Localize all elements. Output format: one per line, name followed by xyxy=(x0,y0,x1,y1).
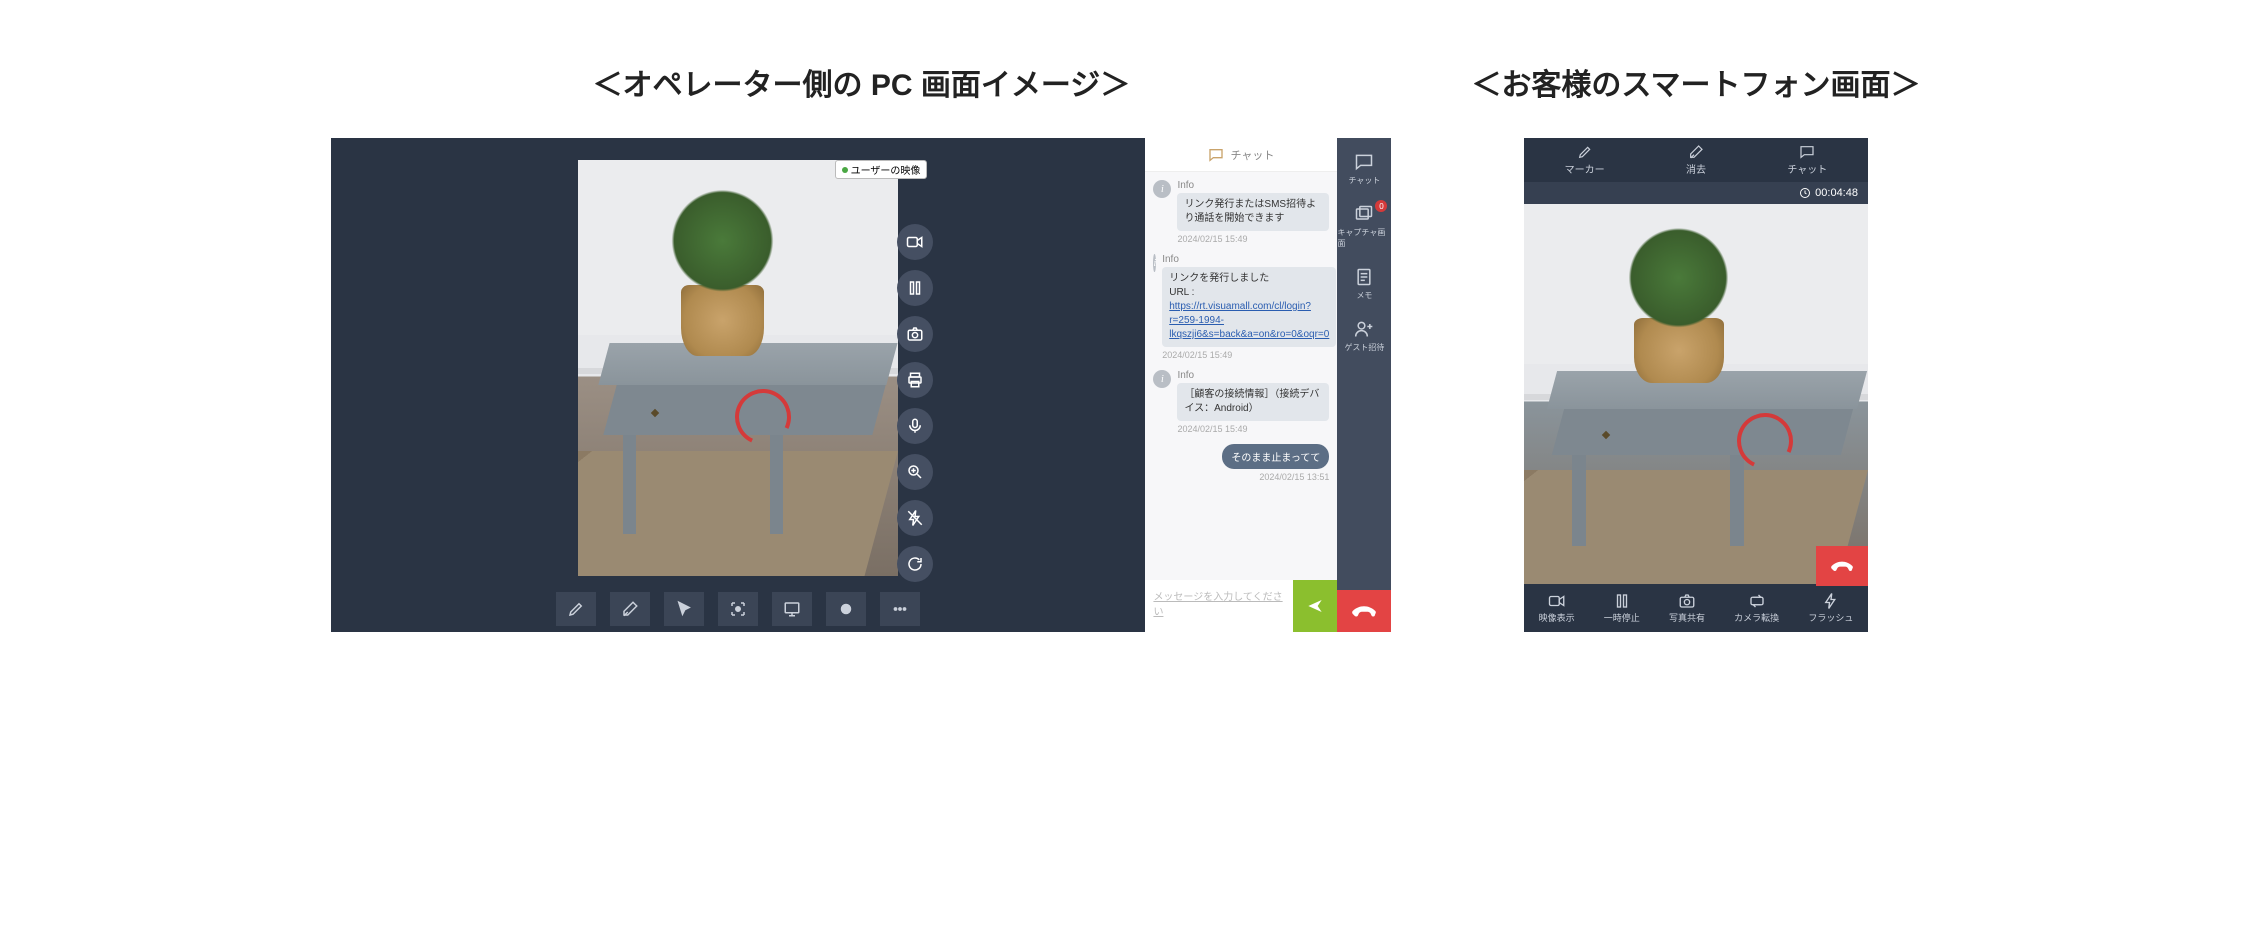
chat-message: i Info ［顧客の接続情報］（接続デバイス：Android） 2024/02… xyxy=(1153,370,1329,434)
chat-header: チャット xyxy=(1145,138,1337,172)
phone-hangup-button[interactable] xyxy=(1816,546,1868,586)
floating-toolbar xyxy=(897,224,933,582)
operator-heading: ＜オペレーター側の PC 画面イメージ＞ xyxy=(593,60,1131,104)
sidebar-invite[interactable]: ゲスト招待 xyxy=(1344,319,1384,353)
cursor-tool[interactable] xyxy=(664,592,704,626)
remote-video xyxy=(578,160,898,576)
bottom-toolbar xyxy=(331,586,1145,632)
right-sidebar: チャット 0 キャプチャ画面 メモ ゲスト招待 xyxy=(1337,138,1391,632)
focus-tool[interactable] xyxy=(718,592,758,626)
hangup-button[interactable] xyxy=(1337,590,1391,632)
chat-message: i Info リンクを発行しました URL : https://rt.visua… xyxy=(1153,254,1329,360)
customer-heading: ＜お客様のスマートフォン画面＞ xyxy=(1471,60,1920,104)
video-toggle-button[interactable] xyxy=(897,224,933,260)
customer-phone: マーカー 消去 チャット 00:04:48 映像表示 xyxy=(1524,138,1868,632)
pause-button[interactable] xyxy=(897,270,933,306)
my-chat-bubble: そのまま止まってて xyxy=(1222,444,1329,469)
operator-app: ユーザーの映像 xyxy=(331,138,1391,632)
refresh-button[interactable] xyxy=(897,546,933,582)
chat-body: i Info リンク発行またはSMS招待より通話を開始できます 2024/02/… xyxy=(1145,172,1337,580)
sidebar-captures[interactable]: 0 キャプチャ画面 xyxy=(1337,204,1391,249)
phone-video-toggle[interactable]: 映像表示 xyxy=(1539,592,1575,624)
phone-erase-button[interactable]: 消去 xyxy=(1686,144,1706,176)
send-button[interactable] xyxy=(1293,580,1337,632)
capture-button[interactable] xyxy=(897,316,933,352)
pencil-tool[interactable] xyxy=(556,592,596,626)
issued-link[interactable]: https://rt.visuamall.com/cl/login?r=259-… xyxy=(1169,301,1329,340)
capture-count-badge: 0 xyxy=(1375,200,1387,212)
phone-chat-button[interactable]: チャット xyxy=(1787,144,1827,176)
eraser-tool[interactable] xyxy=(610,592,650,626)
phone-marker-button[interactable]: マーカー xyxy=(1565,144,1605,176)
phone-photo-share[interactable]: 写真共有 xyxy=(1669,592,1705,624)
video-source-badge: ユーザーの映像 xyxy=(835,160,928,179)
sidebar-notes[interactable]: メモ xyxy=(1354,267,1374,301)
phone-flash[interactable]: フラッシュ xyxy=(1808,592,1853,624)
chat-title: チャット xyxy=(1230,147,1274,163)
more-tool[interactable] xyxy=(880,592,920,626)
chat-input[interactable] xyxy=(1145,580,1293,632)
chat-link-bubble: リンクを発行しました URL : https://rt.visuamall.co… xyxy=(1162,267,1336,347)
sidebar-chat[interactable]: チャット xyxy=(1348,152,1380,186)
phone-top-toolbar: マーカー 消去 チャット xyxy=(1524,138,1868,182)
phone-pause[interactable]: 一時停止 xyxy=(1604,592,1640,624)
shape-tool[interactable] xyxy=(826,592,866,626)
flash-off-button[interactable] xyxy=(897,500,933,536)
video-area: ユーザーの映像 xyxy=(331,156,1145,586)
screenshare-tool[interactable] xyxy=(772,592,812,626)
phone-bottom-toolbar: 映像表示 一時停止 写真共有 カメラ転換 フラッシュ xyxy=(1524,584,1868,632)
call-timer: 00:04:48 xyxy=(1524,182,1868,204)
chat-panel: チャット i Info リンク発行またはSMS招待より通話を開始できます 202… xyxy=(1145,138,1337,632)
print-button[interactable] xyxy=(897,362,933,398)
chat-message: i Info リンク発行またはSMS招待より通話を開始できます 2024/02/… xyxy=(1153,180,1329,244)
zoom-button[interactable] xyxy=(897,454,933,490)
phone-video xyxy=(1524,204,1868,584)
phone-switch-camera[interactable]: カメラ転換 xyxy=(1734,592,1779,624)
mic-button[interactable] xyxy=(897,408,933,444)
